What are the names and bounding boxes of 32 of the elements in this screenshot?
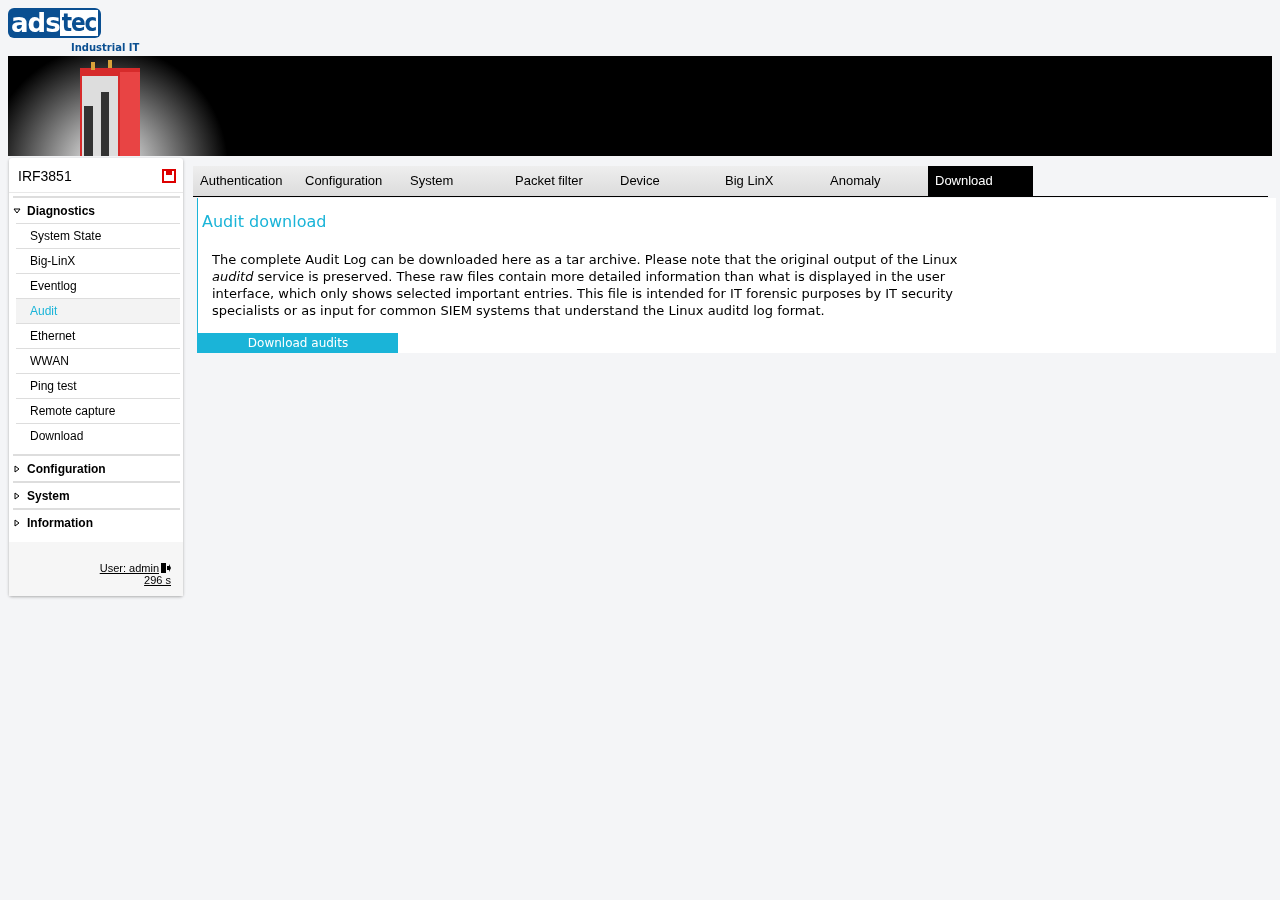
logout-icon (161, 563, 171, 573)
logo-tagline: Industrial IT (71, 42, 140, 53)
sidebar-section[interactable]: Configuration (13, 454, 180, 481)
expanded-triangle-icon (13, 207, 21, 215)
sidebar-item[interactable]: Ping test (16, 373, 180, 398)
sidebar-section[interactable]: System (13, 481, 180, 508)
sidebar-item[interactable]: Ethernet (16, 323, 180, 348)
collapsed-triangle-icon (13, 519, 21, 527)
tab[interactable]: Packet filter (508, 166, 613, 196)
device-name: IRF3851 (18, 168, 72, 184)
sidebar-item[interactable]: Remote capture (16, 398, 180, 423)
save-icon[interactable] (162, 169, 176, 183)
tab[interactable]: Configuration (298, 166, 403, 196)
sidebar-section[interactable]: Diagnostics (13, 196, 180, 223)
sidebar-section[interactable]: Information (13, 508, 180, 535)
section-title: Audit download (201, 211, 328, 231)
user-link[interactable]: User: admin (99, 562, 171, 574)
session-timer[interactable]: 296 s (144, 574, 171, 586)
tab[interactable]: Authentication (193, 166, 298, 196)
sidebar-item[interactable]: WWAN (16, 348, 180, 373)
sidebar-item[interactable]: System State (16, 223, 180, 248)
tab[interactable]: Big LinX (718, 166, 823, 196)
collapsed-triangle-icon (13, 492, 21, 500)
logo: adstec (8, 8, 102, 38)
tab[interactable]: Anomaly (823, 166, 928, 196)
tab[interactable]: System (403, 166, 508, 196)
tab[interactable]: Download (928, 166, 1033, 196)
sidebar-item[interactable]: Download (16, 423, 180, 448)
collapsed-triangle-icon (13, 465, 21, 473)
description: The complete Audit Log can be downloaded here as a tar archive. Please note that the original output of the Linux auditd service is preserved. These raw files contain more detailed information than what is displayed in the user interface, which only shows selected important entries. This file is intended for IT forensic purposes by IT security specialists or as input for common SIEM systems that understand the Linux auditd log format. (212, 251, 959, 319)
tab[interactable]: Device (613, 166, 718, 196)
sidebar-item[interactable]: Big-LinX (16, 248, 180, 273)
